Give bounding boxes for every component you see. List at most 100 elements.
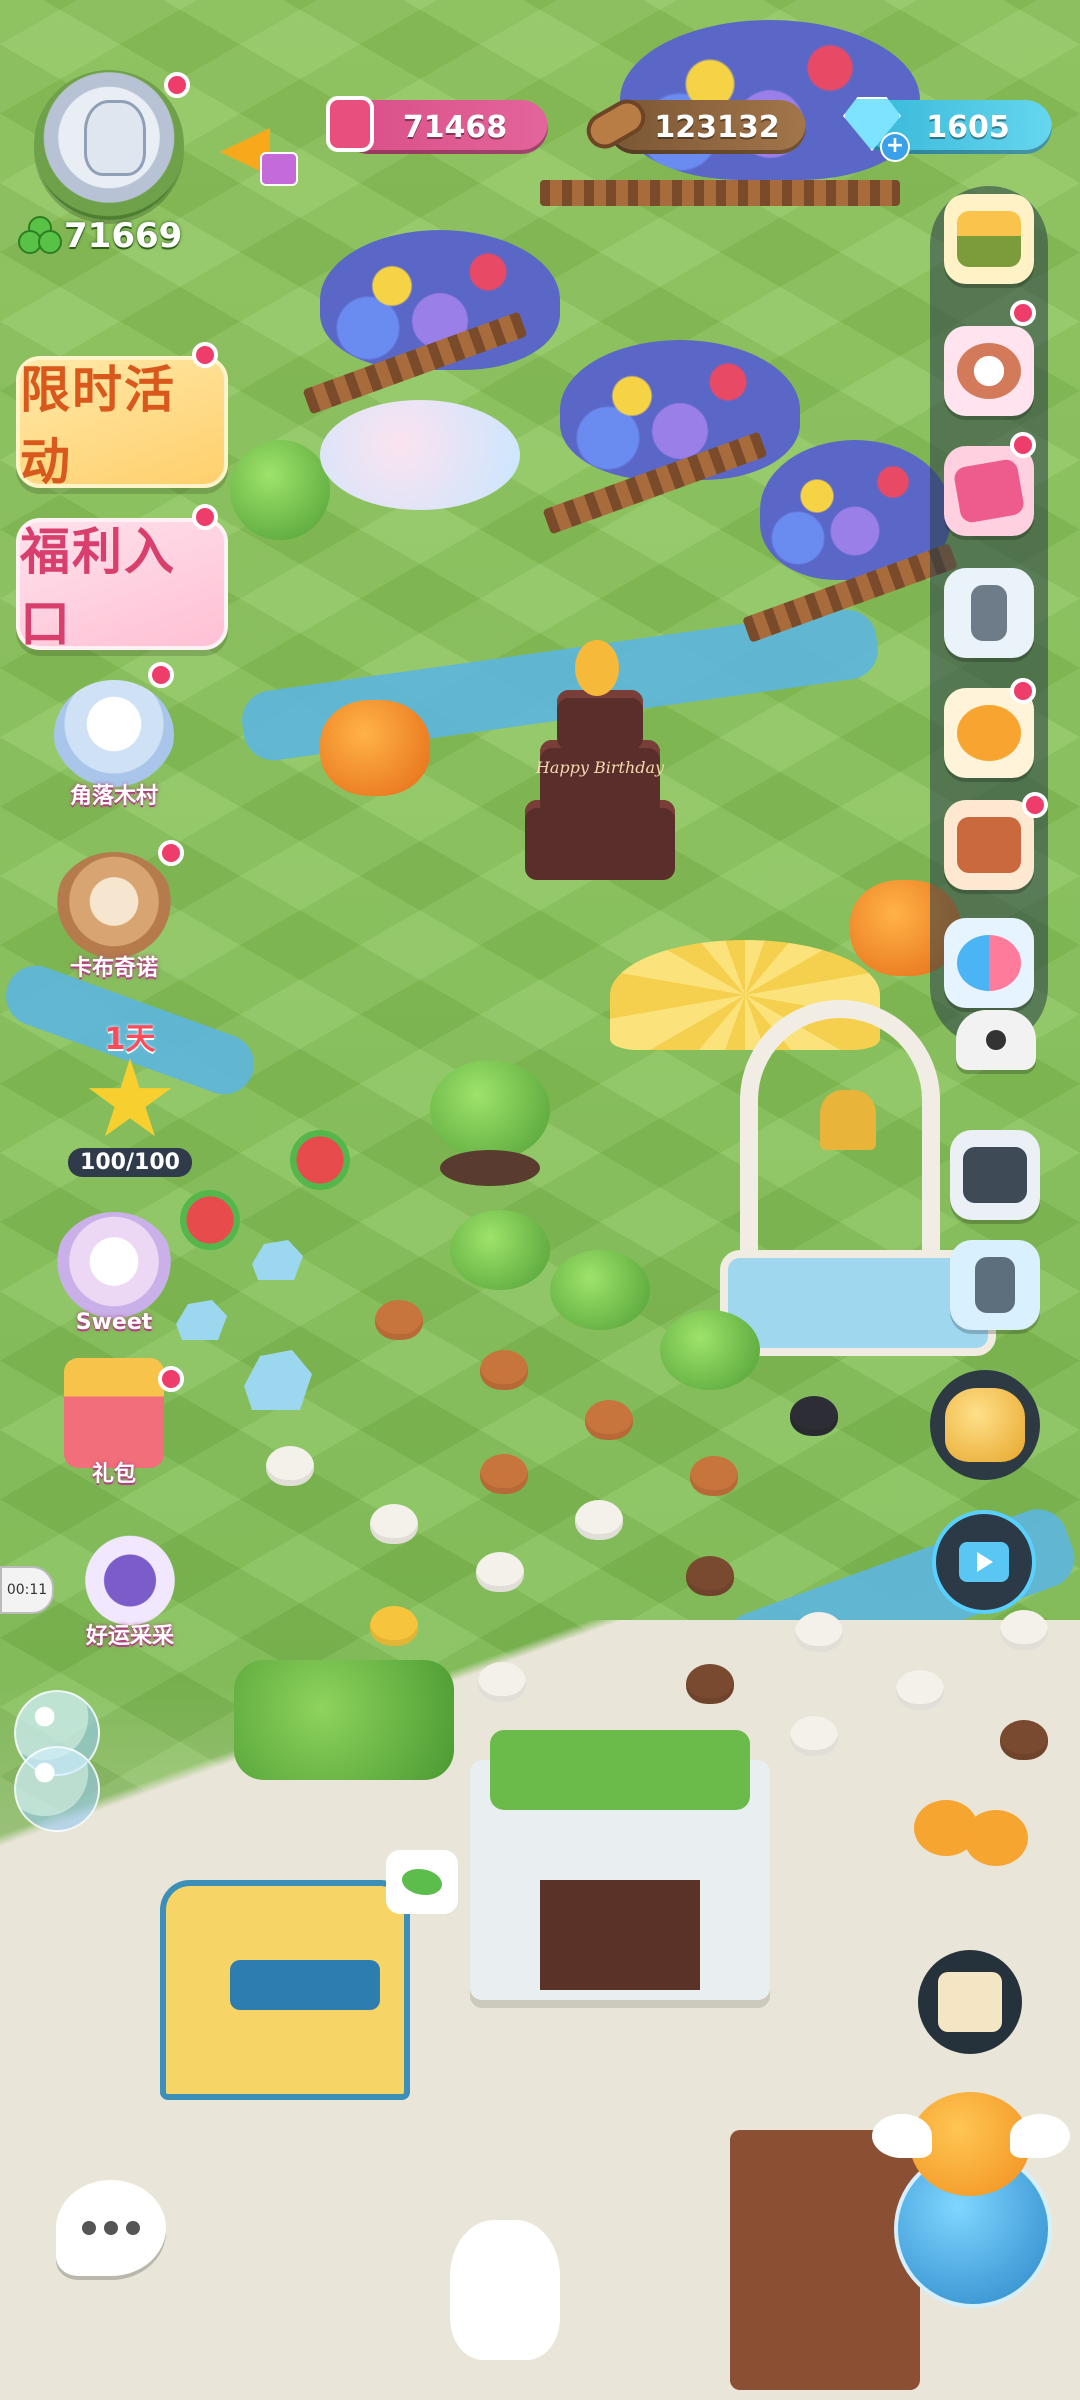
hearts-resource[interactable]: 71468 <box>326 96 548 154</box>
shop-door <box>540 1880 700 1990</box>
chicks-icon[interactable] <box>914 1780 1034 1880</box>
notification-dot <box>158 840 184 866</box>
gift-pack-label: 礼包 <box>91 1462 136 1487</box>
avatar-character <box>84 100 146 176</box>
critter[interactable] <box>480 1454 528 1494</box>
chat-bubble-icon[interactable] <box>56 2180 166 2276</box>
pumpkin-lantern <box>320 700 430 796</box>
critter[interactable] <box>790 1396 838 1436</box>
player-avatar[interactable] <box>34 70 184 220</box>
tree <box>230 440 330 540</box>
lucky-pick-label: 好运采采 <box>85 1624 174 1649</box>
critter[interactable] <box>370 1606 418 1646</box>
lucky-pick-button[interactable]: 好运采采 <box>60 1520 200 1650</box>
gift-box-icon <box>64 1358 164 1468</box>
leaf-icon <box>402 1869 442 1895</box>
kabu-icon <box>54 852 174 962</box>
notification-dot <box>158 1366 184 1392</box>
critter[interactable] <box>585 1400 633 1440</box>
critter[interactable] <box>266 1446 314 1486</box>
mobile-icon[interactable] <box>950 1240 1040 1330</box>
clover-icon <box>18 216 62 256</box>
notification-dot <box>164 72 190 98</box>
notification-dot <box>192 504 218 530</box>
cake-text: Happy Birthday <box>535 758 665 777</box>
critter[interactable] <box>480 1350 528 1390</box>
book-icon[interactable] <box>944 800 1034 890</box>
gem-resource[interactable]: + 1605 <box>843 97 1052 162</box>
wood-resource[interactable]: 123132 <box>580 92 806 156</box>
critter[interactable] <box>686 1556 734 1596</box>
speech-bubble[interactable] <box>386 1850 458 1914</box>
flying-chick-globe-icon[interactable] <box>872 2080 1070 2308</box>
critter[interactable] <box>690 1456 738 1496</box>
wood-log-icon <box>580 88 652 160</box>
notification-dot <box>192 342 218 368</box>
critter[interactable] <box>686 1664 734 1704</box>
lucky-pick-icon <box>70 1520 190 1630</box>
gem-value: 1605 <box>926 109 1010 145</box>
panda-icon[interactable] <box>956 1010 1036 1070</box>
bubble-reward-icon[interactable] <box>14 1746 100 1832</box>
village-label: 角落木村 <box>69 784 158 809</box>
critter[interactable] <box>375 1300 423 1340</box>
notification-dot <box>1022 792 1048 818</box>
limited-event-button[interactable]: 限时活动 <box>16 356 228 491</box>
camera-icon[interactable] <box>950 1130 1040 1220</box>
notification-dot <box>1010 432 1036 458</box>
village-button[interactable]: 角落木村 <box>44 680 184 810</box>
lily-plant <box>450 1210 550 1290</box>
critter[interactable] <box>896 1670 944 1710</box>
gift-icon <box>260 152 298 186</box>
notification-dot <box>1010 300 1036 326</box>
critter[interactable] <box>790 1716 838 1756</box>
cat-mascot[interactable] <box>450 2220 560 2360</box>
timer-pill: 00:11 <box>0 1566 54 1614</box>
shop-roof <box>490 1730 750 1810</box>
plus-icon[interactable]: + <box>880 132 910 162</box>
lily-plant <box>660 1310 760 1390</box>
sweet-button[interactable]: Sweet <box>44 1212 184 1335</box>
star-progress: 100/100 <box>68 1148 192 1177</box>
critter[interactable] <box>478 1662 526 1702</box>
clover-count: 71669 <box>64 216 183 256</box>
lily-plant <box>550 1250 650 1330</box>
sweet-label: Sweet <box>75 1310 153 1335</box>
watermelon <box>180 1190 240 1250</box>
critter[interactable] <box>370 1504 418 1544</box>
animal-friends-icon[interactable] <box>944 326 1034 416</box>
golden-statue-icon[interactable] <box>930 1370 1040 1480</box>
welfare-button[interactable]: 福利入口 <box>16 518 228 653</box>
kabu-button[interactable]: 卡布奇诺 <box>44 852 184 982</box>
bell <box>820 1090 876 1150</box>
critter[interactable] <box>575 1500 623 1540</box>
watermelon <box>290 1130 350 1190</box>
flower-patch <box>320 400 520 510</box>
birthday-cake[interactable]: Happy Birthday <box>520 640 680 890</box>
star-days: 1天 <box>104 1022 156 1057</box>
clover-counter: 71669 <box>18 216 182 256</box>
hedge <box>234 1660 454 1780</box>
booth-sign <box>230 1960 380 2010</box>
critter[interactable] <box>1000 1610 1048 1650</box>
welfare-label: 福利入口 <box>20 523 176 653</box>
timer-text: 00:11 <box>6 1582 48 1598</box>
tv-ad-icon[interactable] <box>932 1510 1036 1614</box>
critter[interactable] <box>1000 1720 1048 1760</box>
kabu-label: 卡布奇诺 <box>69 956 158 981</box>
task-scroll-icon[interactable] <box>918 1950 1022 2054</box>
star-reward[interactable]: 1天 100/100 <box>60 1014 200 1177</box>
qa-icon[interactable] <box>944 918 1034 1008</box>
bonsai-tree <box>430 1060 550 1160</box>
fence <box>540 180 900 206</box>
shop-stall-icon[interactable] <box>944 194 1034 284</box>
critter[interactable] <box>795 1612 843 1652</box>
village-icon <box>54 680 174 790</box>
critter[interactable] <box>476 1552 524 1592</box>
megaphone-icon[interactable] <box>214 116 298 186</box>
notification-dot <box>1010 678 1036 704</box>
star-icon <box>88 1058 172 1137</box>
notification-dot <box>148 662 174 688</box>
phone-icon[interactable] <box>944 568 1034 658</box>
cards-icon[interactable] <box>944 446 1034 536</box>
